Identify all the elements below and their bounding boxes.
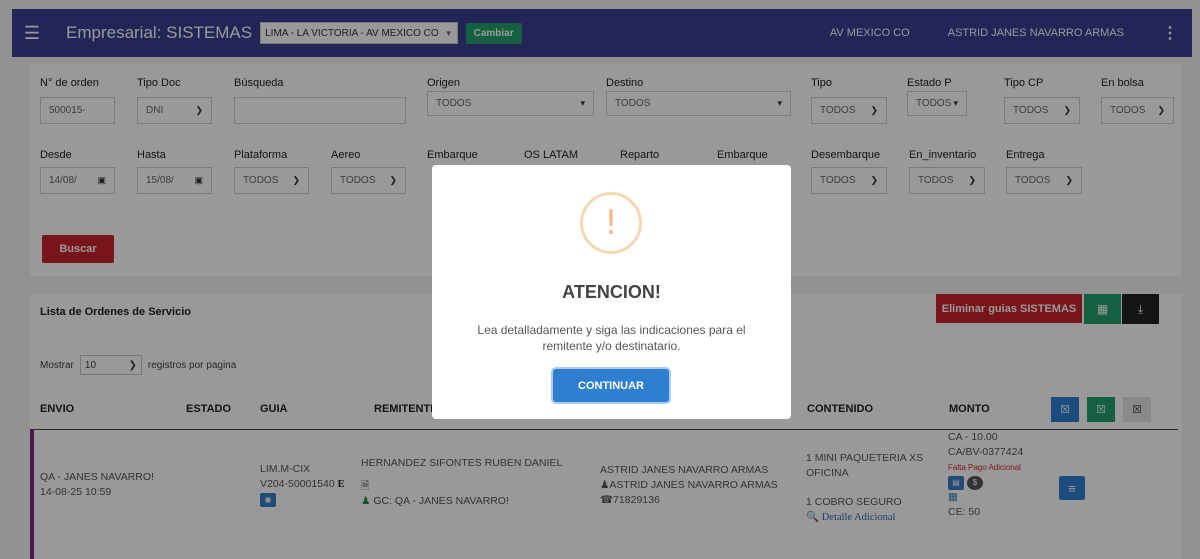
modal-message: Lea detalladamente y siga las indicacion… <box>477 323 746 353</box>
modal-title: ATENCION! <box>562 282 661 302</box>
continuar-button[interactable]: CONTINUAR <box>553 369 669 402</box>
warning-icon: ! <box>580 192 642 254</box>
alert-modal: ! ATENCION! Lea detalladamente y siga la… <box>432 165 791 419</box>
